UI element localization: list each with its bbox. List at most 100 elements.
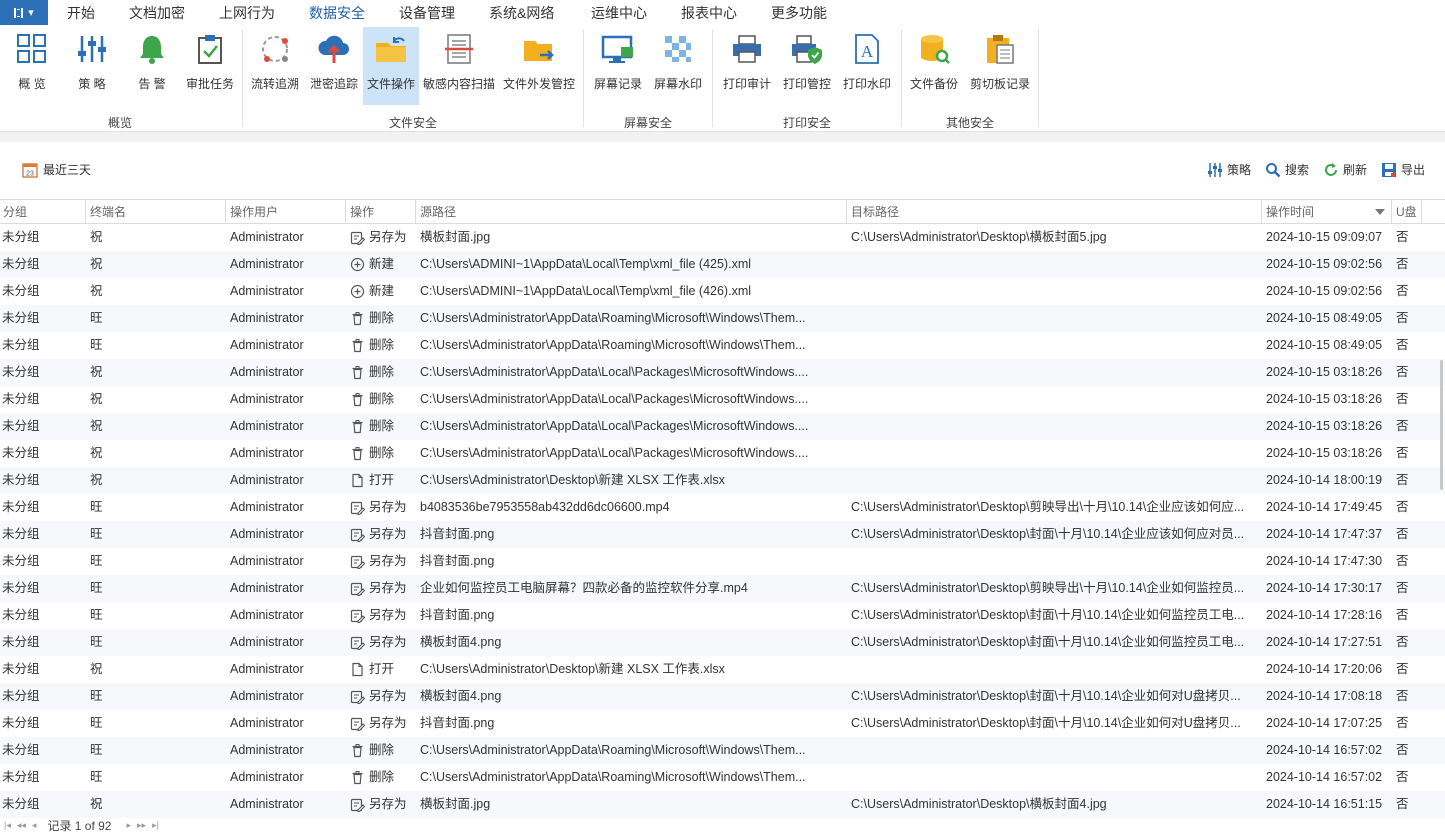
- table-row[interactable]: 未分组 旺 Administrator 另存为 横板封面4.png C:\Users\Ad…: [0, 629, 1445, 656]
- menu-doc-encrypt[interactable]: 文档加密: [129, 3, 185, 23]
- refresh-button[interactable]: 刷新: [1323, 161, 1367, 178]
- pager: |◂ ◂◂ ◂ 记录 1 of 92 ▸ ▸▸ ▸|: [0, 815, 1445, 835]
- table-row[interactable]: 未分组 祝 Administrator 删除 C:\Users\Administrato…: [0, 413, 1445, 440]
- col-target-path[interactable]: 目标路径: [847, 200, 1262, 224]
- ribbon-policy-button[interactable]: 策 略: [68, 27, 116, 105]
- table-row[interactable]: 未分组 旺 Administrator 删除 C:\Users\Administrato…: [0, 737, 1445, 764]
- group-label-screen-security: 屏幕安全: [623, 116, 672, 130]
- table-row[interactable]: 未分组 旺 Administrator 另存为 b4083536be7953558ab4…: [0, 494, 1445, 521]
- col-usb[interactable]: U盘: [1392, 200, 1422, 224]
- col-source-path[interactable]: 源路径: [416, 200, 847, 224]
- menu-ops-center[interactable]: 运维中心: [591, 3, 647, 23]
- table-row[interactable]: 未分组 祝 Administrator 删除 C:\Users\Administrato…: [0, 359, 1445, 386]
- cell-operation: 另存为: [350, 521, 414, 548]
- table-row[interactable]: 未分组 祝 Administrator 新建 C:\Users\ADMINI~1\App…: [0, 278, 1445, 305]
- table-row[interactable]: 未分组 祝 Administrator 另存为 横板封面.jpg C:\Users\Adm…: [0, 224, 1445, 251]
- menu-system-network[interactable]: 系统&网络: [489, 3, 554, 23]
- table-row[interactable]: 未分组 旺 Administrator 删除 C:\Users\Administrato…: [0, 305, 1445, 332]
- ribbon-print-watermark-label: 打印水印: [842, 77, 891, 91]
- ribbon-approval-button[interactable]: 审批任务: [183, 27, 237, 105]
- next-page-button[interactable]: ▸: [126, 820, 131, 831]
- policy-button[interactable]: 策略: [1207, 161, 1251, 178]
- cell-source-path: 横板封面4.png: [420, 689, 502, 703]
- table-row[interactable]: 未分组 祝 Administrator 打开 C:\Users\Administrato…: [0, 656, 1445, 683]
- table-row[interactable]: 未分组 旺 Administrator 另存为 抖音封面.png C:\Users\Adm…: [0, 710, 1445, 737]
- operation-label: 另存为: [369, 554, 407, 568]
- cell-group: 未分组: [2, 689, 40, 703]
- col-user[interactable]: 操作用户: [226, 200, 346, 224]
- ribbon-file-send-button[interactable]: 文件外发管控: [500, 27, 578, 105]
- operation-label: 新建: [369, 257, 395, 271]
- ribbon-leak-trace-button[interactable]: 泄密追踪: [307, 27, 361, 105]
- menu-start[interactable]: 开始: [67, 3, 95, 23]
- cell-operation: 删除: [350, 764, 414, 791]
- export-button[interactable]: 导出: [1381, 161, 1425, 178]
- menu-report-center[interactable]: 报表中心: [681, 3, 737, 23]
- menu-device-mgmt[interactable]: 设备管理: [399, 3, 455, 23]
- table-row[interactable]: 未分组 旺 Administrator 另存为 抖音封面.png C:\Users\Adm…: [0, 521, 1445, 548]
- prev-page-button[interactable]: ◂: [32, 820, 37, 831]
- menu-data-security[interactable]: 数据安全: [309, 3, 365, 27]
- app-menu-button[interactable]: ▾: [0, 0, 48, 25]
- ribbon-sensitive-scan-button[interactable]: 敏感内容扫描: [421, 27, 497, 105]
- ribbon-file-operation-button[interactable]: 文件操作: [363, 27, 419, 105]
- cell-target-path: [851, 440, 1256, 467]
- flow-trace-icon: [257, 31, 293, 67]
- table-row[interactable]: 未分组 旺 Administrator 另存为 横板封面4.png C:\Users\Ad…: [0, 683, 1445, 710]
- last-page-button[interactable]: ▸|: [152, 820, 159, 831]
- cell-operation: 新建: [350, 251, 414, 278]
- clipboard-record-icon: [982, 31, 1018, 67]
- cell-terminal: 祝: [90, 473, 103, 487]
- table-row[interactable]: 未分组 祝 Administrator 删除 C:\Users\Administrato…: [0, 386, 1445, 413]
- search-button[interactable]: 搜索: [1265, 161, 1309, 178]
- ribbon-print-watermark-button[interactable]: A 打印水印: [840, 27, 894, 105]
- next-page-fast-button[interactable]: ▸▸: [137, 820, 146, 831]
- save-as-icon: [350, 689, 365, 704]
- ribbon-print-control-button[interactable]: 打印管控: [780, 27, 834, 105]
- ribbon-alarm-label: 告 警: [138, 77, 166, 91]
- table-row[interactable]: 未分组 祝 Administrator 打开 C:\Users\Administrato…: [0, 467, 1445, 494]
- cell-usb: 否: [1396, 473, 1409, 487]
- ribbon-file-backup-button[interactable]: 文件备份: [907, 27, 961, 105]
- ribbon-leak-trace-label: 泄密追踪: [309, 77, 358, 91]
- table-row[interactable]: 未分组 旺 Administrator 另存为 抖音封面.png 2024-10-14 1…: [0, 548, 1445, 575]
- cell-source-path: C:\Users\Administrator\AppData\Roaming\M…: [420, 743, 806, 757]
- ribbon-alarm-button[interactable]: 告 警: [128, 27, 176, 105]
- col-group[interactable]: 分组: [0, 200, 86, 224]
- cell-user: Administrator: [230, 257, 304, 271]
- col-operation[interactable]: 操作: [346, 200, 416, 224]
- cell-source-path: C:\Users\Administrator\Desktop\新建 XLSX 工…: [420, 473, 725, 487]
- trash-icon: [350, 419, 365, 434]
- col-operation-time[interactable]: 操作时间: [1262, 200, 1392, 224]
- group-label-file-security: 文件安全: [388, 116, 437, 130]
- export-label: 导出: [1400, 163, 1425, 177]
- table-row[interactable]: 未分组 祝 Administrator 另存为 横板封面.jpg C:\Users\Adm…: [0, 791, 1445, 818]
- date-filter-button[interactable]: 23 最近三天: [22, 161, 91, 178]
- cell-usb: 否: [1396, 284, 1409, 298]
- vertical-scrollbar[interactable]: [1440, 360, 1443, 490]
- table-row[interactable]: 未分组 祝 Administrator 删除 C:\Users\Administrato…: [0, 440, 1445, 467]
- search-label: 搜索: [1284, 163, 1309, 177]
- table-row[interactable]: 未分组 旺 Administrator 删除 C:\Users\Administrato…: [0, 764, 1445, 791]
- table-row[interactable]: 未分组 旺 Administrator 另存为 企业如何监控员工电脑屏幕？四款必备的监控…: [0, 575, 1445, 602]
- operation-label: 删除: [369, 419, 395, 433]
- menu-web-behavior[interactable]: 上网行为: [219, 3, 275, 23]
- trash-icon: [350, 311, 365, 326]
- menu-more[interactable]: 更多功能: [771, 3, 827, 23]
- table-row[interactable]: 未分组 旺 Administrator 删除 C:\Users\Administrato…: [0, 332, 1445, 359]
- ribbon-print-audit-button[interactable]: 打印审计: [720, 27, 774, 105]
- cell-source-path: C:\Users\Administrator\AppData\Local\Pac…: [420, 419, 809, 433]
- ribbon-clipboard-record-button[interactable]: 剪切板记录: [966, 27, 1034, 105]
- ribbon-approval-label: 审批任务: [185, 77, 234, 91]
- col-terminal[interactable]: 终端名: [86, 200, 226, 224]
- cell-operation: 删除: [350, 386, 414, 413]
- ribbon-overview-button[interactable]: 概 览: [8, 27, 56, 105]
- ribbon-screen-watermark-button[interactable]: 屏幕水印: [651, 27, 705, 105]
- table-row[interactable]: 未分组 旺 Administrator 另存为 抖音封面.png C:\Users\Adm…: [0, 602, 1445, 629]
- table-row[interactable]: 未分组 祝 Administrator 新建 C:\Users\ADMINI~1\App…: [0, 251, 1445, 278]
- ribbon-screen-record-button[interactable]: 屏幕记录: [591, 27, 645, 105]
- ribbon-flow-trace-button[interactable]: 流转追溯: [248, 27, 302, 105]
- first-page-button[interactable]: |◂: [4, 820, 11, 831]
- print-watermark-icon: A: [849, 31, 885, 67]
- prev-page-fast-button[interactable]: ◂◂: [17, 820, 26, 831]
